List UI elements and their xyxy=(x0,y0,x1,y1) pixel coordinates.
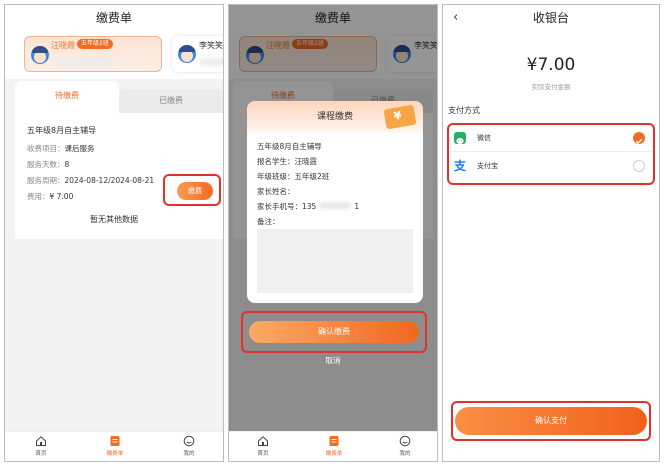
remark-area xyxy=(257,229,413,293)
modal-class: 年级班级：五年级2班 xyxy=(257,172,330,181)
student-name: 汪晓霞 xyxy=(51,41,75,50)
payment-modal: 课程缴费 五年级8月自主辅导 报名学生：汪晓霞 年级班级：五年级2班 家长姓名：… xyxy=(247,101,423,303)
blurred-info xyxy=(55,59,115,67)
grade-badge: 五年级2班 xyxy=(77,39,113,49)
payment-modal-screen: 缴费单 汪晓霞 五年级2班 李笑笑 待缴费 已缴费 首页 缴费单 xyxy=(228,4,438,462)
highlight-box xyxy=(451,401,651,441)
avatar xyxy=(178,45,196,63)
page-title: 缴费单 xyxy=(5,5,223,31)
bottom-tabbar: 首页 缴费单 我的 xyxy=(5,431,223,461)
avatar xyxy=(31,46,49,64)
tabbar-bills[interactable]: 缴费单 xyxy=(95,435,135,457)
home-icon xyxy=(36,436,46,446)
modal-student: 报名学生：汪晓霞 xyxy=(257,157,317,166)
home-icon xyxy=(258,436,268,446)
bill-tabs: 待缴费 已缴费 xyxy=(15,79,223,113)
modal-course-name: 五年级8月自主辅导 xyxy=(257,142,322,151)
tabbar-mine[interactable]: 我的 xyxy=(169,435,209,457)
bill-icon xyxy=(329,436,339,446)
tabbar-home[interactable]: 首页 xyxy=(243,435,283,457)
student-name: 李笑笑 xyxy=(199,41,223,50)
modal-parent-name: 家长姓名： xyxy=(257,187,295,196)
pay-amount-label: 实际支付金额 xyxy=(531,83,571,91)
pay-amount: ¥7.00 xyxy=(526,55,576,75)
student-card-active[interactable]: 汪晓霞 五年级2班 xyxy=(24,36,162,72)
no-data-text: 暂无其他数据 xyxy=(90,215,138,224)
checkout-screen: ‹ 收银台 ¥7.00 实际支付金额 支付方式 微信 支 支付宝 确认支付 xyxy=(442,4,660,462)
smile-icon xyxy=(183,435,195,447)
highlight-box xyxy=(163,174,221,206)
bill-item-row: 收费项目：课后服务 xyxy=(27,144,95,153)
payment-method-title: 支付方式 xyxy=(448,106,480,115)
modal-remark: 备注： xyxy=(257,217,280,226)
tabbar-bills[interactable]: 缴费单 xyxy=(314,435,354,457)
cancel-link[interactable]: 取消 xyxy=(229,355,437,366)
page-title: 收银台 xyxy=(532,11,569,25)
highlight-box xyxy=(241,311,427,353)
tab-pending[interactable]: 待缴费 xyxy=(15,81,119,113)
highlight-box xyxy=(447,123,655,185)
student-card-other[interactable]: 李笑笑 xyxy=(172,36,223,72)
bottom-tabbar: 首页 缴费单 我的 xyxy=(229,431,437,461)
bill-list-screen: 缴费单 汪晓霞 五年级2班 李笑笑 待缴费 已缴费 五年级8月自主辅导 收费项目… xyxy=(4,4,224,462)
screenshot-composite: 缴费单 汪晓霞 五年级2班 李笑笑 待缴费 已缴费 五年级8月自主辅导 收费项目… xyxy=(0,0,664,467)
bill-icon xyxy=(110,436,120,446)
modal-parent-phone: 家长手机号：135 1 xyxy=(257,202,360,211)
bill-name: 五年级8月自主辅导 xyxy=(27,126,97,135)
blurred-info xyxy=(199,58,223,66)
tab-paid[interactable]: 已缴费 xyxy=(119,89,223,113)
bill-period-row: 服务周期：2024-08-12/2024-08-21 xyxy=(27,176,155,185)
bill-days-row: 服务天数：8 xyxy=(27,160,70,169)
student-switcher: 汪晓霞 五年级2班 李笑笑 xyxy=(5,31,223,79)
smile-icon xyxy=(399,435,411,447)
bill-fee-row: 费用：¥ 7.00 xyxy=(27,192,74,201)
tabbar-mine[interactable]: 我的 xyxy=(385,435,425,457)
tabbar-home[interactable]: 首页 xyxy=(21,435,61,457)
